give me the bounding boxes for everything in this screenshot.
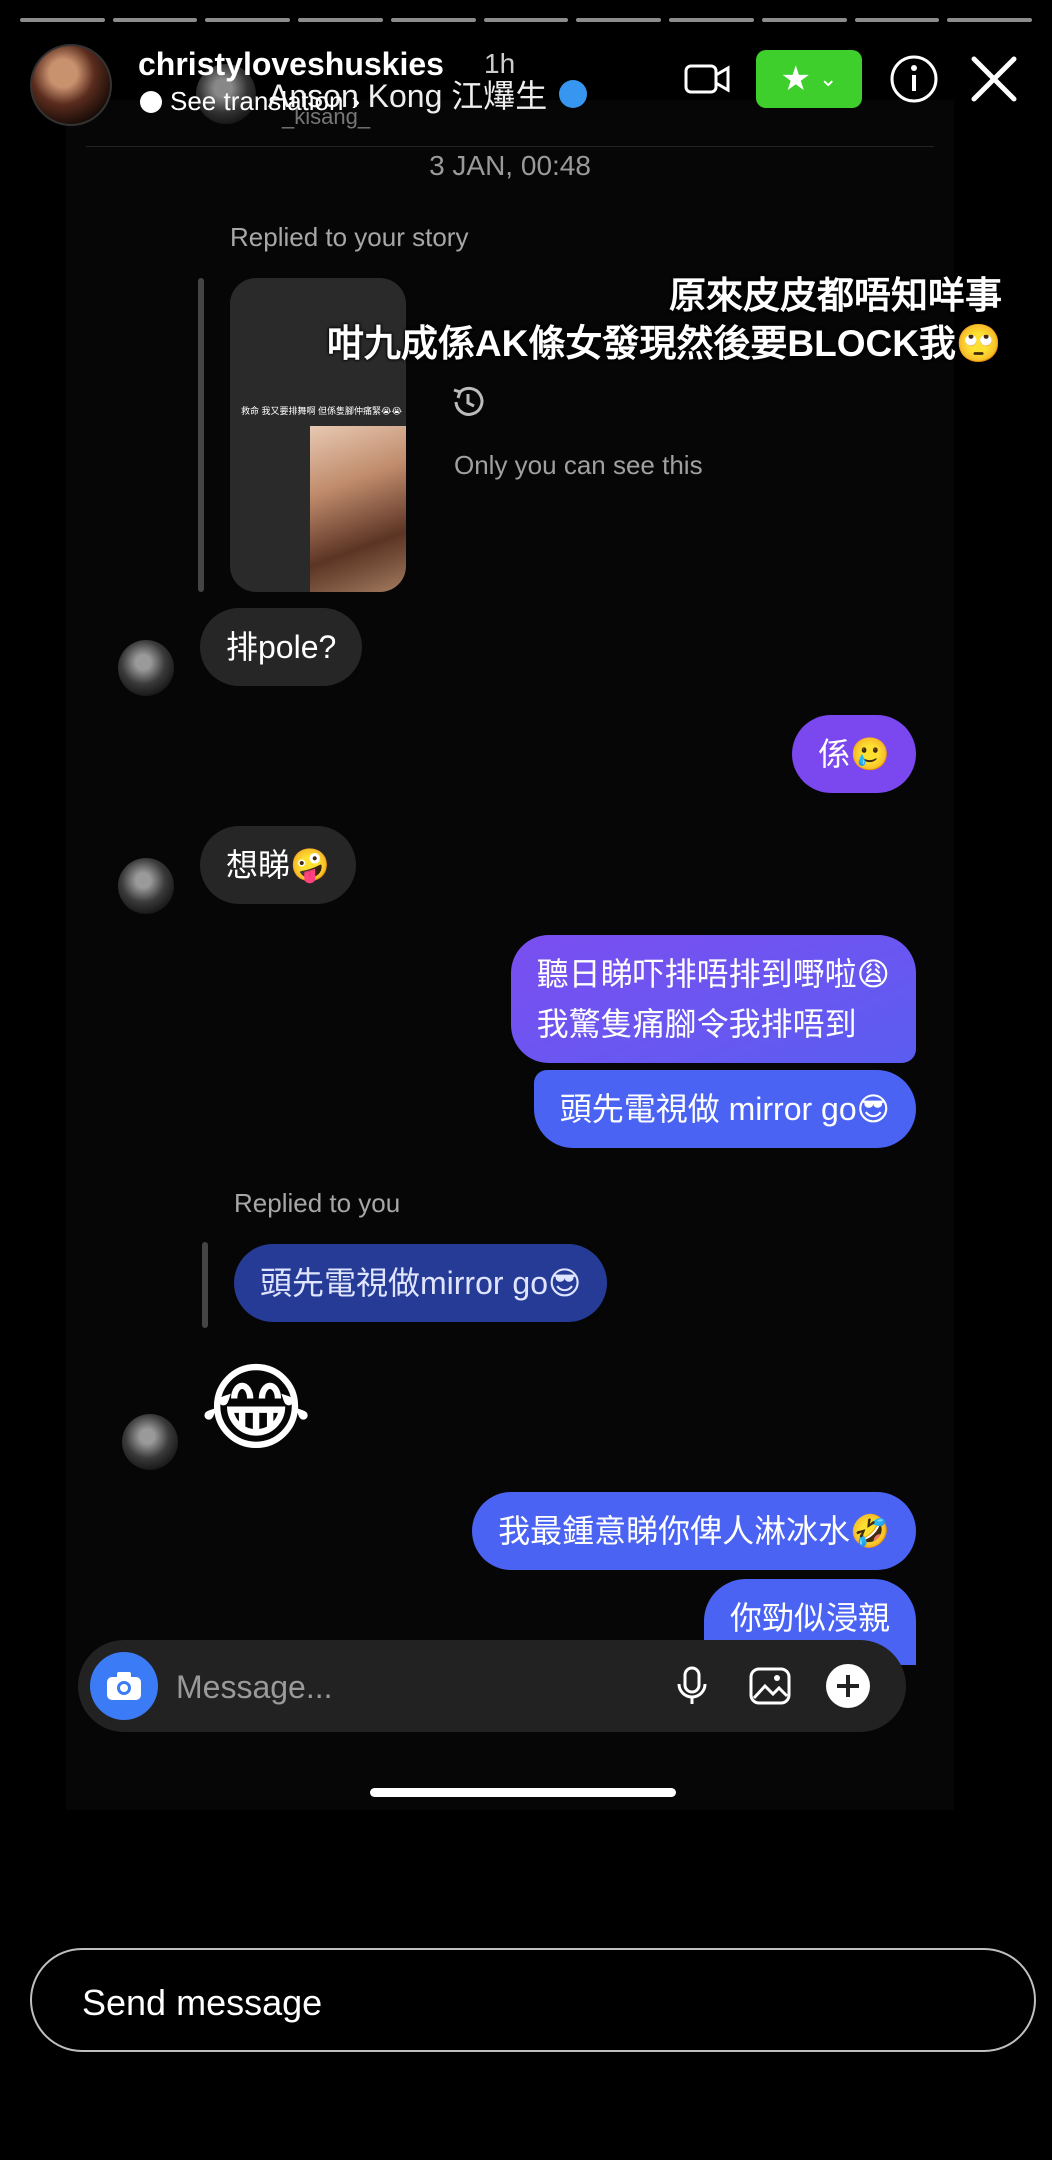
progress-segment xyxy=(298,18,383,22)
star-icon: ★ xyxy=(780,60,812,98)
progress-segment xyxy=(112,18,198,22)
story-username[interactable]: christyloveshuskies xyxy=(138,46,444,83)
message-line: 我驚隻痛腳令我排唔到 xyxy=(536,1006,857,1042)
header-divider xyxy=(86,146,934,147)
overlay-line: 咁九成係AK條女發現然後要BLOCK我🙄 xyxy=(326,323,1002,364)
story-thumbnail-photo xyxy=(310,426,406,592)
partner-avatar-small xyxy=(118,640,174,696)
quoted-message[interactable]: 頭先電視做mirror go😎 xyxy=(234,1244,608,1322)
story-overlay-text: 原來皮皮都唔知咩事 咁九成係AK條女發現然後要BLOCK我🙄 xyxy=(327,272,1002,368)
history-icon xyxy=(453,386,484,416)
send-message-input[interactable] xyxy=(80,1974,964,2032)
message-line: 聽日睇吓排唔排到嘢啦😩 xyxy=(536,956,890,992)
progress-segment xyxy=(390,18,476,22)
story-reply-label: Replied to your story xyxy=(230,222,469,252)
overlay-line: 原來皮皮都唔知咩事 xyxy=(669,275,1002,316)
progress-segment xyxy=(947,18,1033,22)
reply-label: Replied to you xyxy=(234,1188,401,1218)
progress-segment xyxy=(854,18,940,22)
close-friends-button[interactable]: ★ ⌄ xyxy=(756,50,862,108)
message-composer xyxy=(78,1640,906,1732)
translate-icon xyxy=(140,90,162,113)
partner-avatar-small xyxy=(118,858,174,914)
progress-segment xyxy=(761,18,847,22)
outgoing-message-multiline[interactable]: 聽日睇吓排唔排到嘢啦😩 我驚隻痛腳令我排唔到 xyxy=(510,935,916,1063)
see-translation-label: See translation xyxy=(170,86,344,116)
story-header-actions: ★ ⌄ xyxy=(684,50,1022,108)
add-icon[interactable] xyxy=(824,1662,872,1710)
progress-segment xyxy=(483,18,569,22)
story-header: christyloveshuskies 1h See translation ›… xyxy=(0,40,1052,130)
story-thumbnail-caption: 救命 我又要排舞啊 但係隻腳仲痛緊😭😭 xyxy=(240,406,402,416)
reply-bar xyxy=(202,1242,208,1328)
send-message-bar[interactable] xyxy=(30,1948,1036,2052)
video-call-icon[interactable] xyxy=(684,62,730,96)
progress-segment xyxy=(20,18,105,22)
camera-icon xyxy=(107,1672,141,1700)
reply-bar xyxy=(198,278,204,592)
outgoing-message[interactable]: 係🥲 xyxy=(792,715,916,793)
see-translation-link[interactable]: See translation › xyxy=(140,86,360,117)
story-user-avatar[interactable] xyxy=(30,44,112,126)
emoji-message[interactable]: 😂 xyxy=(200,1354,312,1464)
progress-segment xyxy=(205,18,291,22)
story-time-ago: 1h xyxy=(484,48,516,79)
progress-segment xyxy=(576,18,662,22)
partner-avatar-small xyxy=(122,1414,178,1470)
message-input[interactable] xyxy=(174,1662,578,1712)
camera-button[interactable] xyxy=(90,1652,158,1720)
info-icon[interactable] xyxy=(888,53,940,105)
close-icon[interactable] xyxy=(966,51,1022,107)
chevron-down-icon: ⌄ xyxy=(819,66,838,91)
chat-date: 3 JAN, 00:48 xyxy=(429,150,591,181)
progress-segment xyxy=(669,18,754,22)
gallery-icon[interactable] xyxy=(746,1662,794,1710)
story-progress-bars xyxy=(20,18,1033,22)
home-indicator xyxy=(370,1788,676,1797)
outgoing-message[interactable]: 頭先電視做 mirror go😎 xyxy=(533,1070,916,1148)
only-you-note: Only you can see this xyxy=(454,450,703,480)
microphone-icon[interactable] xyxy=(668,1662,716,1710)
incoming-message[interactable]: 想睇🤪 xyxy=(200,826,356,904)
outgoing-message[interactable]: 我最鍾意睇你俾人淋冰水🤣 xyxy=(472,1492,916,1570)
chevron-right-icon: › xyxy=(351,86,361,116)
incoming-message[interactable]: 排pole? xyxy=(200,608,363,686)
